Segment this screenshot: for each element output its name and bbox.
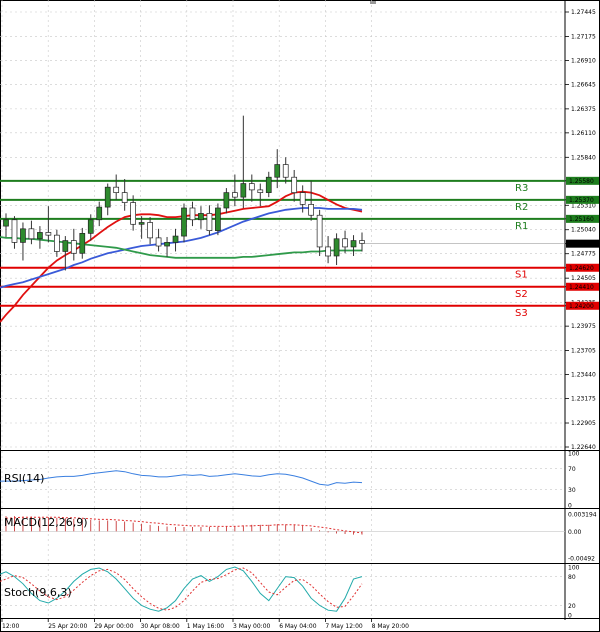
candle-body <box>189 207 196 221</box>
candle-body <box>342 238 348 248</box>
stoch-y-tick-label: 20 <box>568 603 576 610</box>
candle-body <box>147 222 153 239</box>
candle-body <box>11 219 18 243</box>
x-tick-label: 1 May 16:00 <box>187 623 225 630</box>
x-tick-label: 6 May 04:00 <box>279 623 317 630</box>
level-label-r3: R3 <box>515 183 528 194</box>
candle-body <box>325 246 331 257</box>
level-value-text-r2: 1.25370 <box>569 197 594 204</box>
candle-body <box>198 213 204 221</box>
candle-body <box>291 176 298 193</box>
price-y-tick-label: 1.23175 <box>571 396 596 403</box>
macd-y-tick-label: -0.00492 <box>568 556 595 563</box>
level-label-r1: R1 <box>515 221 528 232</box>
level-value-text-s2: 1.24410 <box>569 284 594 291</box>
level-value-text-r1: 1.25160 <box>569 216 594 223</box>
candle-body <box>130 202 136 225</box>
candle-body <box>87 219 94 234</box>
chart-frame <box>0 0 600 632</box>
rsi-y-tick-label: 100 <box>568 451 580 458</box>
candle-body <box>20 228 26 243</box>
scroll-marker[interactable] <box>370 1 376 4</box>
price-y-tick-label: 1.26110 <box>571 130 596 137</box>
x-tick-label: 8 May 20:00 <box>372 623 410 630</box>
level-value-text-s1: 1.24620 <box>569 265 594 272</box>
candle-body <box>138 222 145 225</box>
level-label-s3: S3 <box>515 308 528 319</box>
candle-body <box>54 234 60 252</box>
candle-body <box>164 242 170 247</box>
current-price-text: 1.24886 <box>569 241 594 248</box>
price-y-tick-label: 1.24505 <box>571 275 596 282</box>
candle-body <box>79 232 86 254</box>
candle-body <box>257 189 264 193</box>
price-y-tick-label: 1.27175 <box>571 33 596 40</box>
x-tick-label: 12:00 <box>2 623 19 630</box>
candle-body <box>232 192 238 198</box>
level-value-text-r3: 1.25580 <box>569 178 594 185</box>
candle-body <box>181 207 187 237</box>
price-y-tick-label: 1.25840 <box>571 154 596 161</box>
price-y-tick-label: 1.26910 <box>571 57 596 64</box>
rsi-y-tick-label: 70 <box>568 466 576 473</box>
x-tick-label: 29 Apr 00:00 <box>94 623 133 630</box>
candle-body <box>350 240 357 248</box>
macd-y-tick-label: 0.003194 <box>568 512 597 519</box>
price-y-tick-label: 1.23975 <box>571 323 596 330</box>
candle-body <box>215 207 221 231</box>
x-tick-label: 7 May 12:00 <box>325 623 363 630</box>
candle-body <box>316 214 323 248</box>
price-y-tick-label: 1.27445 <box>571 9 596 16</box>
candle-body <box>96 206 103 221</box>
x-tick-label: 25 Apr 20:00 <box>48 623 87 630</box>
candle-body <box>37 232 43 240</box>
candle-body <box>333 238 340 257</box>
candle-body <box>248 183 255 191</box>
candle-body <box>265 176 272 193</box>
candle-body <box>172 235 179 243</box>
candle-body <box>70 240 77 254</box>
x-tick-label: 3 May 00:00 <box>233 623 271 630</box>
level-value-text-s3: 1.24200 <box>569 303 594 310</box>
rsi-y-tick-label: 0 <box>568 503 572 510</box>
candle-body <box>299 192 306 205</box>
candle-body <box>206 213 213 231</box>
stoch-y-tick-label: 100 <box>568 565 580 572</box>
candle-body <box>223 192 230 209</box>
candle-body <box>3 219 9 227</box>
price-y-tick-label: 1.24775 <box>571 251 596 258</box>
chart-root: R3 R2 R1 S1 S2 S3 1.27445 1.27175 1.26910 1.2664… <box>0 0 600 632</box>
candle-body <box>282 164 289 178</box>
x-tick-label: 30 Apr 08:00 <box>141 623 180 630</box>
price-y-tick-label: 1.26375 <box>571 106 596 113</box>
level-label-s2: S2 <box>515 289 528 300</box>
candle-body <box>274 164 281 178</box>
price-y-tick-label: 1.25040 <box>571 227 596 234</box>
candle-body <box>113 186 120 193</box>
candle-body <box>45 232 52 236</box>
candle-body <box>104 186 111 208</box>
macd-y-tick-label: 0.00 <box>568 529 582 536</box>
price-y-tick-label: 1.26645 <box>571 81 596 88</box>
price-y-tick-label: 1.23440 <box>571 372 596 379</box>
macd-title: MACD(12,26,9) <box>4 516 88 529</box>
candle-body <box>62 240 69 252</box>
candle-body <box>240 183 247 198</box>
candle-body <box>28 228 35 240</box>
price-y-tick-label: 1.22905 <box>571 420 596 427</box>
candle-body <box>155 237 162 247</box>
stoch-y-tick-label: 0 <box>568 613 572 620</box>
candle-body <box>121 192 128 203</box>
level-label-s1: S1 <box>515 270 528 281</box>
candle-body <box>308 204 314 216</box>
stoch-title: Stoch(9,6,3) <box>4 586 72 599</box>
candle-body <box>359 240 365 244</box>
rsi-y-tick-label: 30 <box>568 487 576 494</box>
price-y-tick-label: 1.23705 <box>571 348 596 355</box>
stoch-y-tick-label: 80 <box>568 574 576 581</box>
rsi-title: RSI(14) <box>4 472 44 485</box>
level-label-r2: R2 <box>515 202 528 213</box>
